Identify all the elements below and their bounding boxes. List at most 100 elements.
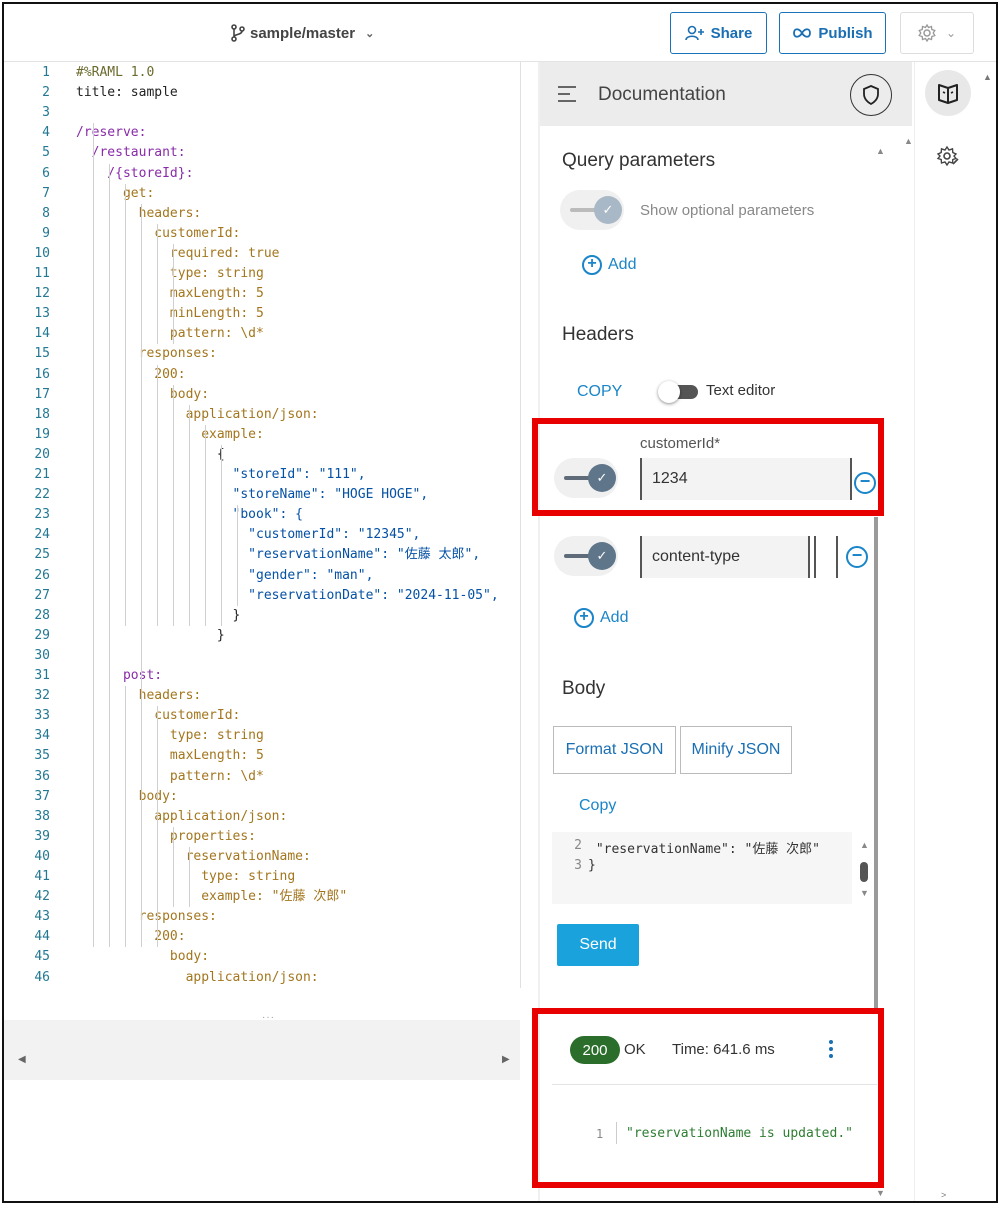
code-text: post: xyxy=(76,668,163,683)
panel-scrollbar[interactable] xyxy=(874,517,878,1012)
code-line[interactable]: 3 xyxy=(4,103,524,123)
code-line[interactable]: 42 example: "佐藤 次郎" xyxy=(4,887,524,907)
code-line[interactable]: 43 responses: xyxy=(4,907,524,927)
add-header-button[interactable]: + Add xyxy=(574,608,628,628)
code-line[interactable]: 34 type: string xyxy=(4,726,524,746)
code-line[interactable]: 32 headers: xyxy=(4,686,524,706)
code-line[interactable]: 2 title: sample xyxy=(4,83,524,103)
code-line[interactable]: 9 customerId: xyxy=(4,224,524,244)
line-number: 33 xyxy=(34,708,50,724)
code-line[interactable]: 35 maxLength: 5 xyxy=(4,746,524,766)
code-line[interactable]: 30 xyxy=(4,646,524,666)
collapse-caret-icon[interactable]: ▲ xyxy=(876,146,885,156)
code-line[interactable]: 10 required: true xyxy=(4,244,524,264)
line-number: 5 xyxy=(42,145,50,161)
documentation-tab[interactable] xyxy=(925,70,971,116)
copy-headers-button[interactable]: COPY xyxy=(577,383,622,401)
code-line[interactable]: 25 "reservationName": "佐藤 太郎", xyxy=(4,545,524,565)
code-line[interactable]: 31 post: xyxy=(4,666,524,686)
resize-handle[interactable]: ··· xyxy=(262,1012,275,1023)
shield-button[interactable] xyxy=(850,74,892,116)
format-json-button[interactable]: Format JSON xyxy=(553,726,676,774)
code-line[interactable]: 46 application/json: xyxy=(4,968,524,988)
line-number: 2 xyxy=(42,85,50,101)
line-number: 9 xyxy=(42,225,50,241)
code-line[interactable]: 7 get: xyxy=(4,184,524,204)
code-text: minLength: 5 xyxy=(76,306,264,322)
code-line[interactable]: 17 body: xyxy=(4,385,524,405)
code-line[interactable]: 18 application/json: xyxy=(4,405,524,425)
line-number: 43 xyxy=(34,909,50,925)
line-number: 13 xyxy=(34,306,50,322)
code-line[interactable]: 5 /restaurant: xyxy=(4,143,524,163)
code-line[interactable]: 11 type: string xyxy=(4,264,524,284)
scroll-right-icon[interactable]: ▶ xyxy=(502,1054,510,1065)
code-line[interactable]: 23 "book": { xyxy=(4,505,524,525)
code-text: responses: xyxy=(76,909,217,925)
code-text: application/json: xyxy=(76,808,288,824)
code-line[interactable]: 45 body: xyxy=(4,947,524,967)
menu-icon[interactable] xyxy=(558,86,576,107)
code-line[interactable]: 44 200: xyxy=(4,927,524,947)
line-number: 21 xyxy=(34,467,50,482)
code-line[interactable]: 21 "storeId": "111", xyxy=(4,465,524,485)
remove-header-button[interactable]: − xyxy=(846,546,868,568)
code-line[interactable]: 19 example: xyxy=(4,425,524,445)
line-number: 36 xyxy=(34,768,50,784)
text-editor-switch[interactable] xyxy=(658,381,698,403)
minify-json-button[interactable]: Minify JSON xyxy=(680,726,792,774)
line-number: 19 xyxy=(34,426,50,442)
code-line[interactable]: 13 minLength: 5 xyxy=(4,304,524,324)
code-line[interactable]: 4/reserve: xyxy=(4,123,524,143)
share-button[interactable]: Share xyxy=(670,12,767,54)
code-line[interactable]: 40 reservationName: xyxy=(4,847,524,867)
code-line[interactable]: 12 maxLength: 5 xyxy=(4,284,524,304)
header-name-input[interactable]: content-type xyxy=(640,536,808,578)
code-line[interactable]: 39 properties: xyxy=(4,827,524,847)
indent-guide xyxy=(221,444,222,626)
code-line[interactable]: 37 body: xyxy=(4,787,524,807)
line-number: 42 xyxy=(34,889,50,905)
code-text: } xyxy=(76,627,225,643)
scroll-up-icon[interactable]: ▲ xyxy=(983,72,992,82)
expand-icon[interactable]: > xyxy=(941,1190,946,1200)
settings-tab[interactable] xyxy=(925,134,971,180)
code-line[interactable]: 1 #%RAML 1.0 xyxy=(4,63,524,83)
send-button[interactable]: Send xyxy=(557,924,639,966)
code-line[interactable]: 15 responses: xyxy=(4,344,524,364)
code-line[interactable]: 27 "reservationDate": "2024-11-05", xyxy=(4,586,524,606)
settings-menu-button[interactable]: ⌄ xyxy=(900,12,974,54)
code-line[interactable]: 28 } xyxy=(4,606,524,626)
code-line[interactable]: 38 application/json: xyxy=(4,807,524,827)
code-line[interactable]: 41 type: string xyxy=(4,867,524,887)
copy-body-button[interactable]: Copy xyxy=(579,797,616,815)
editor-scrollbar[interactable] xyxy=(520,62,521,988)
code-line[interactable]: 36 pattern: \d* xyxy=(4,767,524,787)
scroll-down-icon[interactable]: ▼ xyxy=(876,1188,885,1198)
code-line[interactable]: 33 customerId: xyxy=(4,706,524,726)
highlight-box-response xyxy=(532,1008,884,1188)
header-enabled-toggle[interactable]: ✓ xyxy=(554,536,618,576)
code-line[interactable]: 24 "customerId": "12345", xyxy=(4,525,524,545)
code-line[interactable]: 29 } xyxy=(4,626,524,646)
scroll-left-icon[interactable]: ◀ xyxy=(18,1054,26,1065)
code-line[interactable]: 22 "storeName": "HOGE HOGE", xyxy=(4,485,524,505)
code-line[interactable]: 6 /{storeId}: xyxy=(4,164,524,184)
show-optional-toggle[interactable]: ✓ xyxy=(560,190,624,230)
body-scrollbar[interactable] xyxy=(860,862,868,882)
branch-selector[interactable]: sample/master ⌄ xyxy=(230,24,374,42)
documentation-title: Documentation xyxy=(598,84,726,105)
code-line[interactable]: 14 pattern: \d* xyxy=(4,324,524,344)
scroll-up-icon[interactable]: ▲ xyxy=(860,840,869,850)
body-editor[interactable]: 2 "reservationName": "佐藤 次郎" 3} xyxy=(552,832,852,904)
code-line[interactable]: 26 "gender": "man", xyxy=(4,566,524,586)
add-query-parameter-button[interactable]: + Add xyxy=(582,255,636,275)
code-line[interactable]: 16 200: xyxy=(4,365,524,385)
code-line[interactable]: 8 headers: xyxy=(4,204,524,224)
scroll-down-icon[interactable]: ▼ xyxy=(860,888,869,898)
publish-button[interactable]: Publish xyxy=(779,12,886,54)
scroll-up-icon[interactable]: ▲ xyxy=(904,136,913,146)
code-editor[interactable]: 1 #%RAML 1.0 2 title: sample 3 4/reserve: 5 /r… xyxy=(4,62,524,990)
code-line[interactable]: 20 { xyxy=(4,445,524,465)
show-optional-label: Show optional parameters xyxy=(640,202,815,219)
